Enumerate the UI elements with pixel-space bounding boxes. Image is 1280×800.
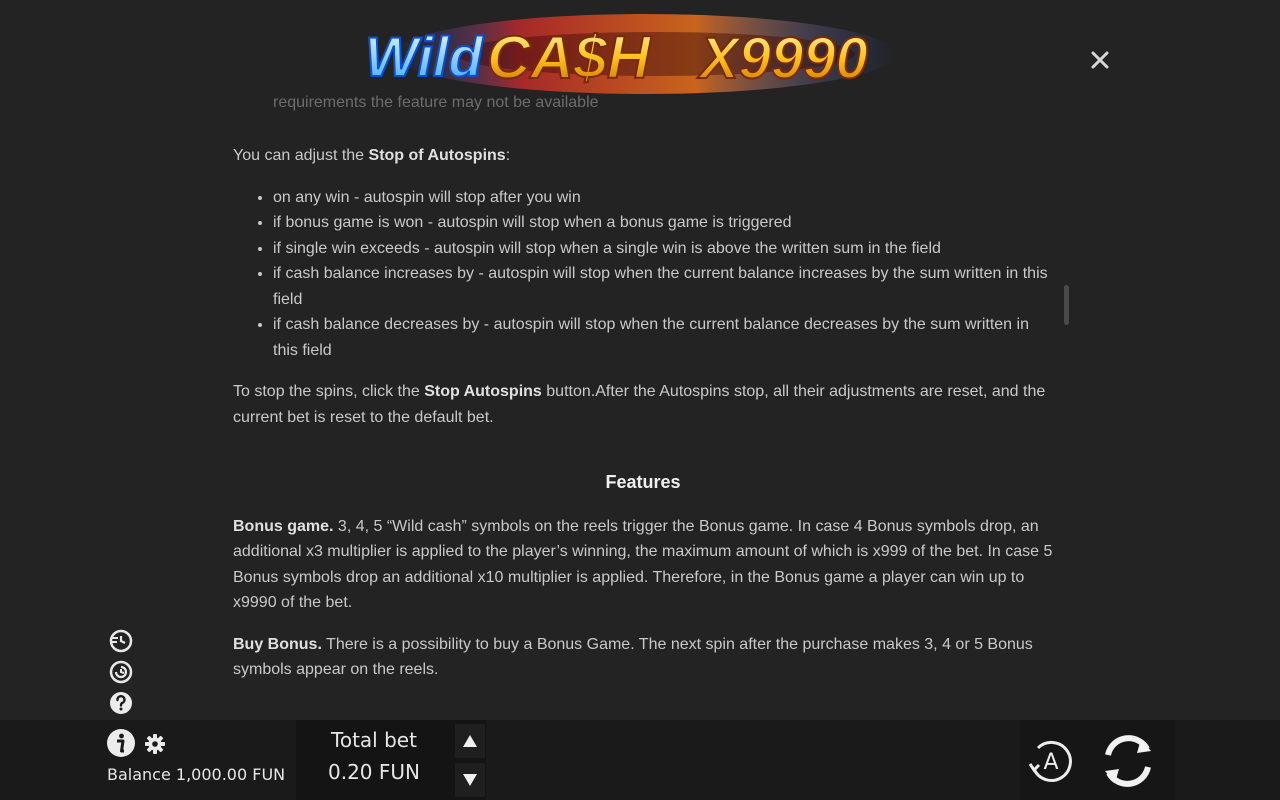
logo-word-multiplier: X9990 <box>697 26 868 91</box>
autoplay-button[interactable]: A <box>1026 736 1076 786</box>
features-heading: Features <box>605 472 681 492</box>
help-icon <box>110 692 132 714</box>
decrease-bet-button[interactable] <box>455 763 485 797</box>
intro-suffix: : <box>505 147 511 164</box>
stop-spins-text: To stop the spins, click the <box>233 383 425 400</box>
triangle-down-icon <box>463 774 477 786</box>
list-item: if bonus game is won - autospin will sto… <box>273 210 1053 236</box>
increase-bet-button[interactable] <box>455 724 485 758</box>
list-item: if cash balance decreases by - autospin … <box>273 312 1053 363</box>
bonus-bold: Bonus game. <box>233 517 334 535</box>
autoplay-icon: A <box>1028 740 1072 782</box>
intro-bold: Stop of Autospins <box>368 147 506 164</box>
total-bet-label: Total bet <box>331 728 417 752</box>
stop-options-list: on any win - autospin will stop after yo… <box>233 185 1053 364</box>
help-button[interactable] <box>108 690 134 716</box>
turbo-button[interactable] <box>108 628 134 654</box>
balance-display: Balance 1,000.00 FUN <box>107 765 286 784</box>
spin-button[interactable] <box>1094 727 1162 795</box>
bonus-game-paragraph: Bonus game. 3, 4, 5 “Wild cash” symbols … <box>233 514 1053 616</box>
gear-icon <box>145 734 165 754</box>
history-icon <box>109 660 133 684</box>
stop-spins-paragraph: To stop the spins, click the Stop Autosp… <box>233 379 1053 430</box>
logo-word-cash: CA$H <box>487 24 652 91</box>
info-icon <box>107 729 135 757</box>
buy-text: There is a possibility to buy a Bonus Ga… <box>233 635 1033 679</box>
rules-content[interactable]: requirements the feature may not be avai… <box>233 92 1053 717</box>
scrollbar-thumb[interactable] <box>1064 285 1069 325</box>
buy-bonus-paragraph: Buy Bonus. There is a possibility to buy… <box>233 632 1053 683</box>
buy-bold: Buy Bonus. <box>233 635 322 653</box>
stop-spins-bold: Stop Autospins <box>424 383 542 400</box>
close-button[interactable] <box>1086 46 1114 74</box>
close-icon <box>1091 51 1109 69</box>
list-item: if single win exceeds - autospin will st… <box>273 236 1053 262</box>
info-button[interactable] <box>106 728 136 758</box>
history-button[interactable] <box>108 659 134 685</box>
settings-button[interactable] <box>144 733 166 755</box>
intro-text: You can adjust the <box>233 147 369 164</box>
autoplay-label: A <box>1043 750 1058 775</box>
stop-autospins-intro: You can adjust the Stop of Autospins: <box>233 143 1053 169</box>
list-item: on any win - autospin will stop after yo… <box>273 185 1053 211</box>
faded-text: requirements the feature may not be avai… <box>273 94 599 111</box>
spin-icon <box>1105 735 1151 787</box>
list-item: if cash balance increases by - autospin … <box>273 261 1053 312</box>
triangle-up-icon <box>463 735 477 747</box>
turbo-icon <box>109 629 133 653</box>
logo-word-wild: Wild <box>365 25 484 88</box>
bonus-text: 3, 4, 5 “Wild cash” symbols on the reels… <box>233 517 1053 612</box>
total-bet-value: 0.20 FUN <box>328 760 420 784</box>
game-logo: Wild CA$H X9990 <box>355 8 915 100</box>
